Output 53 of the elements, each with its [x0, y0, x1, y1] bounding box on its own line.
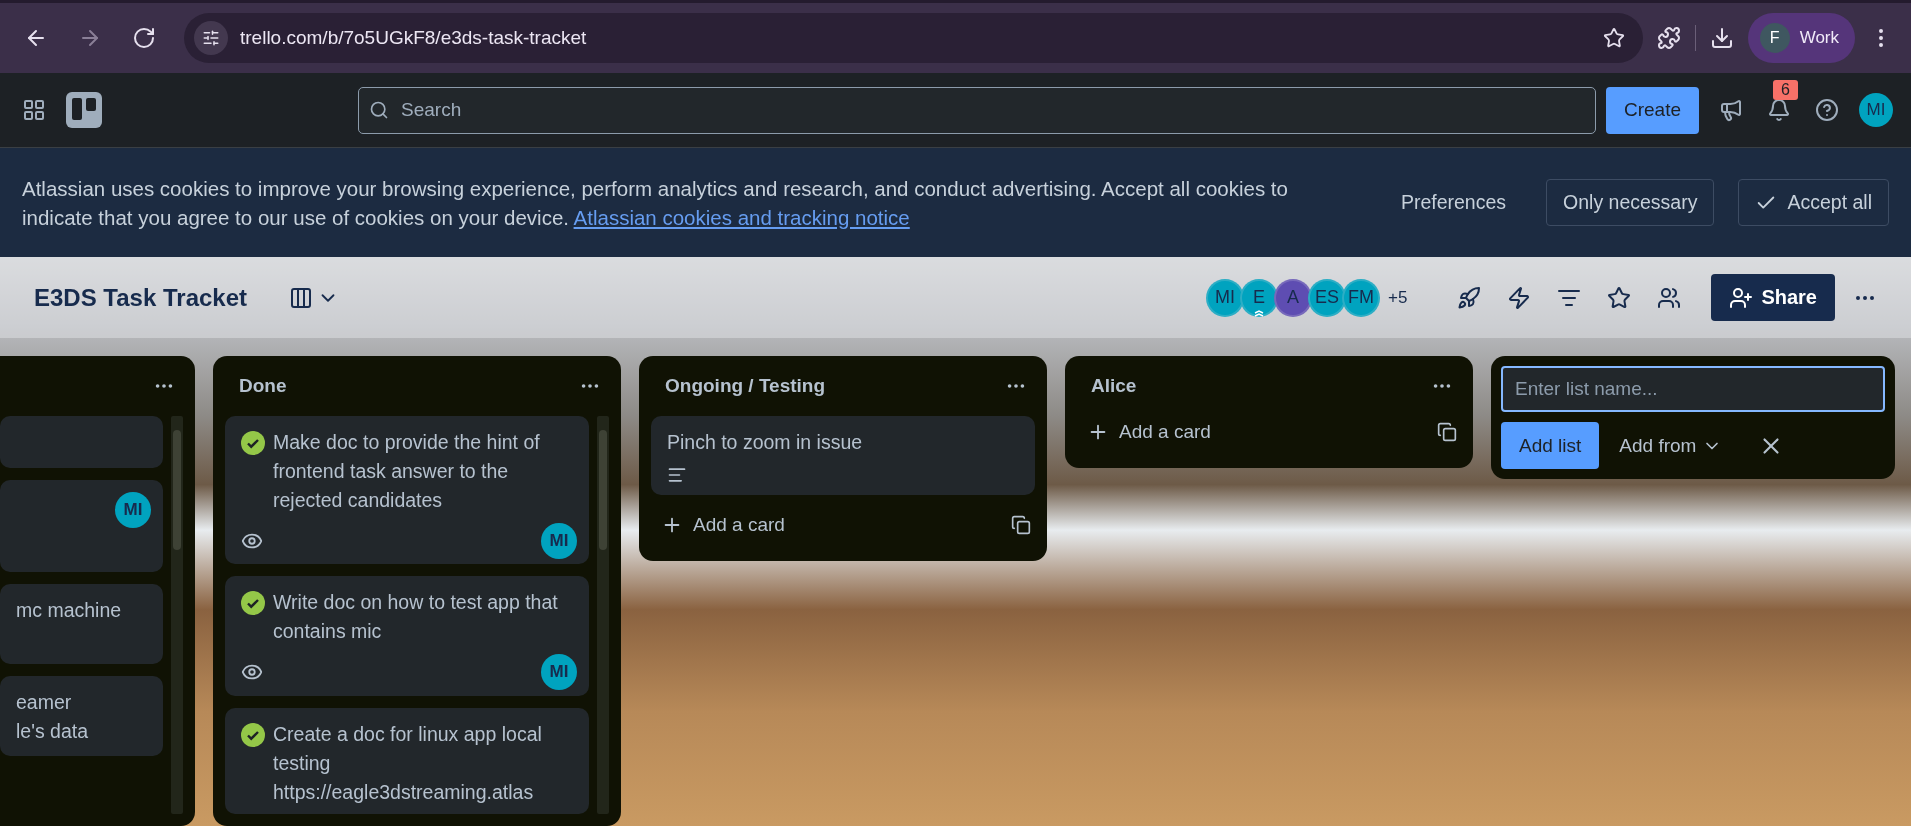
member-avatar[interactable]: MI — [1206, 278, 1244, 317]
site-settings-icon[interactable] — [194, 21, 228, 55]
search-input[interactable]: Search — [399, 98, 1585, 122]
profile-button[interactable]: F Work — [1747, 13, 1855, 63]
add-card-button[interactable]: Add a card — [651, 501, 1007, 549]
cookie-message: Atlassian uses cookies to improve your browsing experience, perform analytics and research, and conduct advertising. Accept all cookies to indicate that you agree to our use of cookies on your device. Atlassian cookies and tracking notice — [22, 175, 1289, 231]
card[interactable]: MI — [0, 480, 163, 572]
search-field[interactable]: Search — [358, 86, 1596, 134]
list-title[interactable]: Done — [239, 375, 287, 397]
card[interactable]: Make doc to provide the hint of frontend task answer to the rejected candidates MI — [225, 416, 589, 565]
card-title: Pinch to zoom in issue — [667, 430, 863, 455]
card[interactable]: Pinch to zoom in issue — [651, 416, 1035, 495]
profile-avatar: F — [1759, 23, 1790, 53]
card-title: Write doc on how to test app that contains mic — [273, 590, 559, 645]
address-bar[interactable]: trello.com/b/7o5UGkF8/e3ds-task-tracket — [184, 13, 1643, 63]
search-icon — [369, 100, 389, 120]
notification-count: 6 — [1773, 80, 1798, 100]
card[interactable]: eamer le's data — [0, 676, 163, 756]
add-card-button[interactable]: Add a card — [1077, 408, 1433, 456]
card[interactable]: Create a doc for linux app local testing https://eagle3dstreaming.atlas — [225, 708, 589, 814]
user-avatar[interactable]: MI — [1859, 93, 1893, 127]
scrollbar[interactable] — [171, 416, 183, 814]
cookie-notice-link[interactable]: Atlassian cookies and tracking notice — [573, 205, 910, 229]
member-avatar[interactable]: MI — [541, 654, 577, 691]
member-avatar[interactable]: MI — [115, 492, 151, 528]
list-title[interactable]: Alice — [1091, 375, 1137, 397]
url-text: trello.com/b/7o5UGkF8/e3ds-task-tracket — [240, 27, 588, 49]
member-avatar[interactable]: MI — [541, 523, 577, 559]
card[interactable]: mc machine — [0, 584, 163, 664]
member-avatar[interactable]: ES — [1308, 278, 1346, 317]
board-title[interactable]: E3DS Task Tracket — [34, 283, 247, 312]
card-title: Make doc to provide the hint of frontend task answer to the rejected candidates — [273, 430, 541, 513]
card-title: Create a doc for linux app local testing https://eagle3dstreaming.atlas — [273, 722, 543, 806]
share-button[interactable]: Share — [1711, 274, 1835, 321]
cookie-button[interactable]: Only necessary — [1546, 179, 1715, 226]
card-title: mc machine — [16, 598, 122, 623]
list-name-field[interactable]: Enter list name... — [1501, 366, 1885, 412]
board-logo-icon[interactable] — [66, 92, 102, 128]
add-from-button[interactable]: Add from — [1607, 422, 1735, 469]
create-button[interactable]: Create — [1605, 86, 1699, 134]
board-columns-icon[interactable] — [289, 285, 313, 310]
cookie-button[interactable]: Accept all — [1738, 179, 1889, 226]
more-members-count[interactable]: +5 — [1388, 287, 1408, 308]
member-avatar[interactable]: E — [1240, 278, 1278, 317]
cookie-button[interactable]: Preferences — [1384, 179, 1523, 226]
card[interactable]: Write doc on how to test app that contains mic MI — [225, 576, 589, 697]
member-avatar[interactable]: FM — [1342, 278, 1380, 317]
add-list-button[interactable]: Add list — [1501, 422, 1600, 469]
scrollbar[interactable] — [597, 416, 609, 814]
reload-icon[interactable] — [132, 26, 156, 50]
add-person-icon — [1729, 285, 1754, 310]
card-title: eamer le's data — [16, 690, 89, 744]
list-title[interactable]: Ongoing / Testing — [665, 375, 826, 397]
